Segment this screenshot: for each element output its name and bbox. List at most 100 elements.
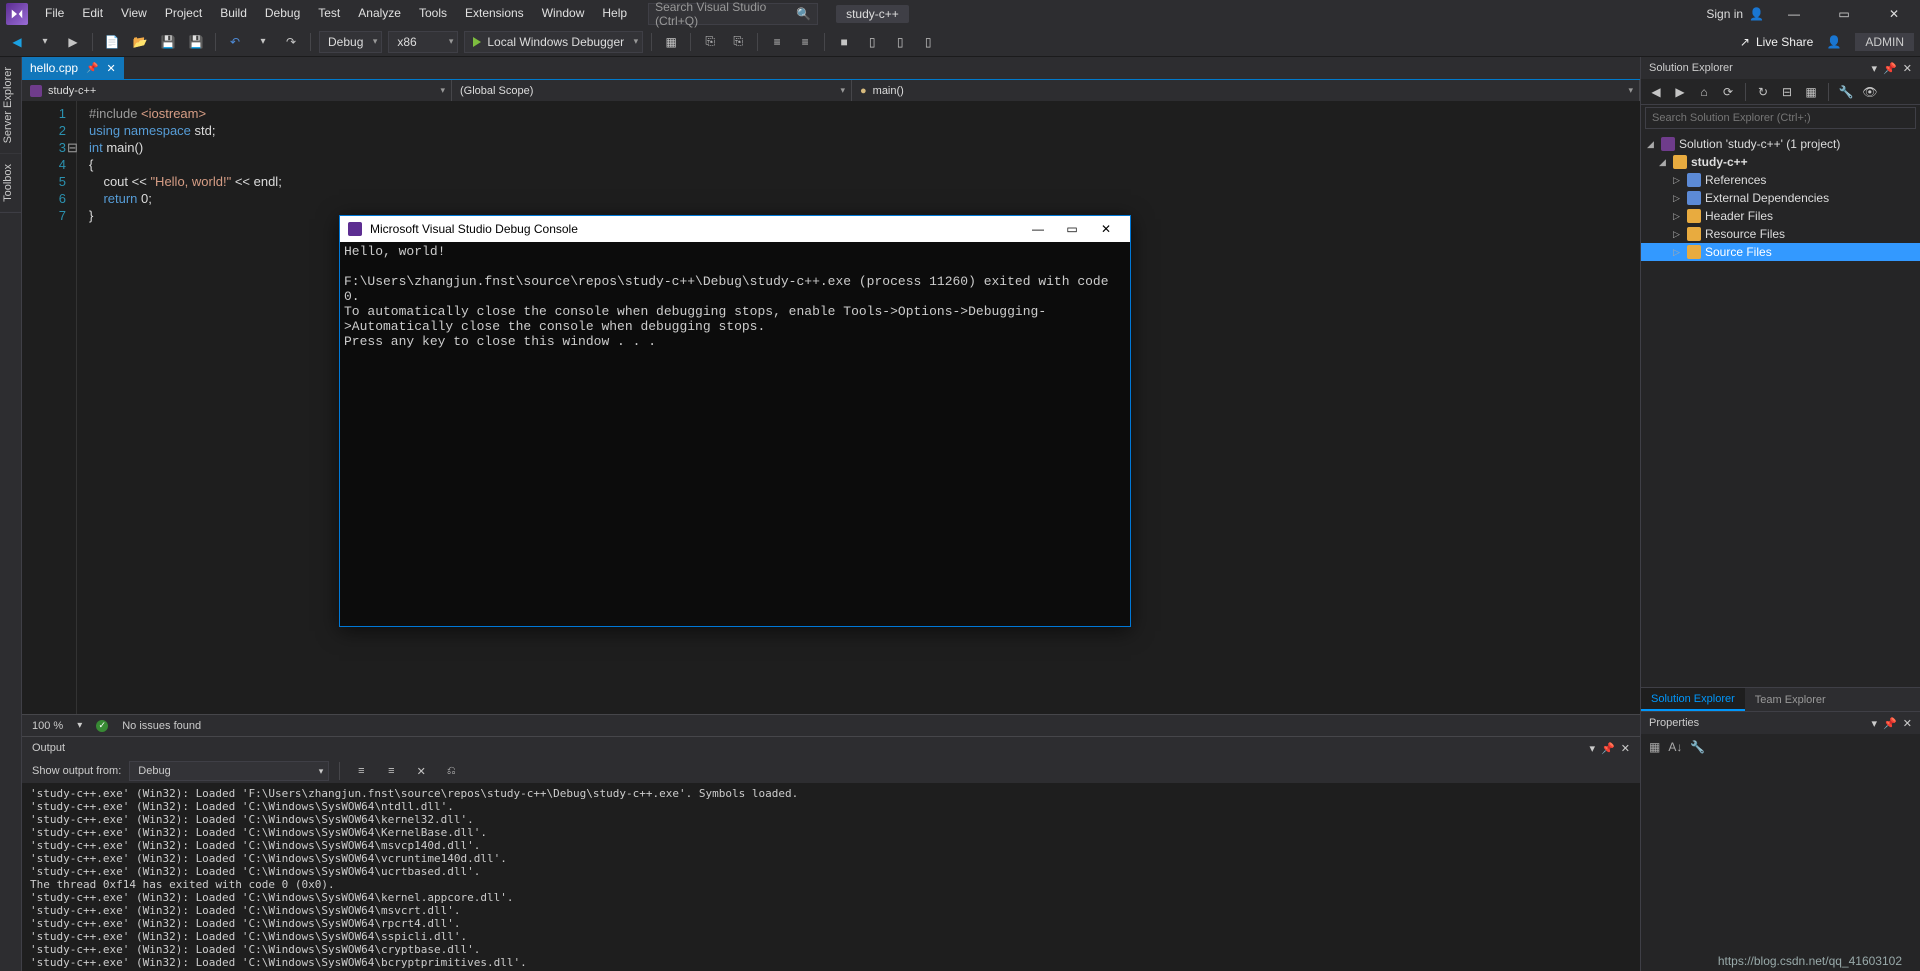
platform-combo[interactable]: x86 <box>388 31 458 53</box>
toolbar-icon-5[interactable]: ≡ <box>794 31 816 53</box>
tab-solution-explorer[interactable]: Solution Explorer <box>1641 688 1745 711</box>
menu-extensions[interactable]: Extensions <box>456 6 533 20</box>
tree-node-header-files[interactable]: ▷Header Files <box>1641 207 1920 225</box>
toolbar-icon-1[interactable]: ▦ <box>660 31 682 53</box>
output-pin-icon[interactable]: 📌 <box>1601 742 1615 755</box>
minimize-button[interactable]: — <box>1774 0 1814 27</box>
console-titlebar[interactable]: Microsoft Visual Studio Debug Console — … <box>340 216 1130 242</box>
user-icon: 👤 <box>1749 7 1764 21</box>
search-placeholder: Search Visual Studio (Ctrl+Q) <box>655 0 796 28</box>
toolbar-icon-6[interactable]: ■ <box>833 31 855 53</box>
menu-build[interactable]: Build <box>211 6 256 20</box>
zoom-dropdown-icon[interactable]: ▾ <box>77 720 82 731</box>
props-pin-icon[interactable]: 📌 <box>1883 717 1897 730</box>
sln-fwd-icon[interactable]: ▶ <box>1671 83 1689 101</box>
save-button[interactable]: 💾 <box>157 31 179 53</box>
toolbar-icon-9[interactable]: ▯ <box>917 31 939 53</box>
breadcrumb-scope-combo[interactable]: (Global Scope) <box>452 80 852 101</box>
toolbar-icon-4[interactable]: ≡ <box>766 31 788 53</box>
output-tool-1[interactable]: ≡ <box>350 760 372 782</box>
tree-node-source-files[interactable]: ▷Source Files <box>1641 243 1920 261</box>
console-close-button[interactable]: ✕ <box>1090 218 1122 240</box>
console-minimize-button[interactable]: — <box>1022 218 1054 240</box>
toolbox-tab[interactable]: Toolbox <box>0 154 21 213</box>
tab-team-explorer[interactable]: Team Explorer <box>1745 688 1836 711</box>
sln-preview-icon[interactable]: 👁 <box>1861 83 1879 101</box>
configuration-combo[interactable]: Debug <box>319 31 382 53</box>
tree-node-resource-files[interactable]: ▷Resource Files <box>1641 225 1920 243</box>
output-dropdown-icon[interactable]: ▾ <box>1590 742 1596 755</box>
sln-collapse-icon[interactable]: ⊟ <box>1778 83 1796 101</box>
pin-icon[interactable]: 📌 <box>86 63 98 74</box>
solution-search-box[interactable] <box>1645 107 1916 129</box>
output-source-combo[interactable]: Debug <box>129 761 329 781</box>
props-dropdown-icon[interactable]: ▾ <box>1872 717 1878 730</box>
start-debugging-button[interactable]: Local Windows Debugger <box>464 31 643 53</box>
sln-pin-icon[interactable]: 📌 <box>1883 62 1897 75</box>
menu-edit[interactable]: Edit <box>73 6 112 20</box>
menu-view[interactable]: View <box>112 6 156 20</box>
close-button[interactable]: ✕ <box>1874 0 1914 27</box>
props-categorize-icon[interactable]: ▦ <box>1649 740 1660 754</box>
redo-button[interactable]: ↷ <box>280 31 302 53</box>
sln-back-icon[interactable]: ◀ <box>1647 83 1665 101</box>
nav-forward-button[interactable]: ▶ <box>62 31 84 53</box>
props-close-icon[interactable]: ✕ <box>1903 717 1912 730</box>
solution-name-combo[interactable]: study-c++ <box>836 5 909 23</box>
toolbar-icon-7[interactable]: ▯ <box>861 31 883 53</box>
props-alpha-icon[interactable]: A↓ <box>1668 740 1682 754</box>
tree-node-references[interactable]: ▷References <box>1641 171 1920 189</box>
menu-window[interactable]: Window <box>533 6 594 20</box>
menu-file[interactable]: File <box>36 6 73 20</box>
breadcrumb-project-combo[interactable]: study-c++ <box>22 80 452 101</box>
editor-tab-hello-cpp[interactable]: hello.cpp 📌 ✕ <box>22 57 124 79</box>
nav-back-dropdown[interactable]: ▾ <box>34 31 56 53</box>
properties-grid[interactable] <box>1641 760 1920 971</box>
maximize-button[interactable]: ▭ <box>1824 0 1864 27</box>
save-all-button[interactable]: 💾 <box>185 31 207 53</box>
feedback-icon[interactable]: 👤 <box>1823 31 1845 53</box>
menu-analyze[interactable]: Analyze <box>349 6 410 20</box>
menu-tools[interactable]: Tools <box>410 6 456 20</box>
menu-debug[interactable]: Debug <box>256 6 309 20</box>
sln-dropdown-icon[interactable]: ▾ <box>1872 62 1878 75</box>
nav-back-button[interactable]: ◀ <box>6 31 28 53</box>
toolbar-icon-3[interactable]: ⎘ <box>727 31 749 53</box>
global-search-input[interactable]: Search Visual Studio (Ctrl+Q) 🔍 <box>648 3 818 25</box>
menu-test[interactable]: Test <box>309 6 349 20</box>
console-maximize-button[interactable]: ▭ <box>1056 218 1088 240</box>
sln-close-icon[interactable]: ✕ <box>1903 62 1912 75</box>
tree-node-external-dependencies[interactable]: ▷External Dependencies <box>1641 189 1920 207</box>
output-tool-2[interactable]: ≡ <box>380 760 402 782</box>
solution-search-input[interactable] <box>1646 108 1915 128</box>
new-project-button[interactable]: 📄 <box>101 31 123 53</box>
output-tool-4[interactable]: ⎌ <box>440 760 462 782</box>
live-share-button[interactable]: ↗ Live Share <box>1740 35 1813 49</box>
toolbar-icon-2[interactable]: ⎘ <box>699 31 721 53</box>
sln-refresh-icon[interactable]: ↻ <box>1754 83 1772 101</box>
menu-help[interactable]: Help <box>593 6 636 20</box>
sln-sync-icon[interactable]: ⟳ <box>1719 83 1737 101</box>
solution-root-node[interactable]: ◢ Solution 'study-c++' (1 project) <box>1641 135 1920 153</box>
open-file-button[interactable]: 📂 <box>129 31 151 53</box>
output-text[interactable]: 'study-c++.exe' (Win32): Loaded 'F:\User… <box>22 783 1640 971</box>
close-tab-icon[interactable]: ✕ <box>107 62 116 75</box>
menu-project[interactable]: Project <box>156 6 211 20</box>
debug-console-window[interactable]: Microsoft Visual Studio Debug Console — … <box>339 215 1131 627</box>
toolbar-icon-8[interactable]: ▯ <box>889 31 911 53</box>
server-explorer-tab[interactable]: Server Explorer <box>0 57 21 154</box>
sln-properties-icon[interactable]: 🔧 <box>1837 83 1855 101</box>
solution-tree[interactable]: ◢ Solution 'study-c++' (1 project) ◢ stu… <box>1641 131 1920 687</box>
zoom-level[interactable]: 100 % <box>32 720 63 732</box>
sln-home-icon[interactable]: ⌂ <box>1695 83 1713 101</box>
output-close-icon[interactable]: ✕ <box>1621 742 1630 755</box>
undo-dropdown[interactable]: ▾ <box>252 31 274 53</box>
output-tool-3[interactable]: ✕ <box>410 760 432 782</box>
props-pages-icon[interactable]: 🔧 <box>1690 740 1705 754</box>
sign-in-button[interactable]: Sign in👤 <box>1706 7 1764 21</box>
undo-button[interactable]: ↶ <box>224 31 246 53</box>
breadcrumb-function-combo[interactable]: ●main() <box>852 80 1640 101</box>
console-output[interactable]: Hello, world! F:\Users\zhangjun.fnst\sou… <box>340 242 1130 626</box>
sln-showall-icon[interactable]: ▦ <box>1802 83 1820 101</box>
project-node[interactable]: ◢ study-c++ <box>1641 153 1920 171</box>
